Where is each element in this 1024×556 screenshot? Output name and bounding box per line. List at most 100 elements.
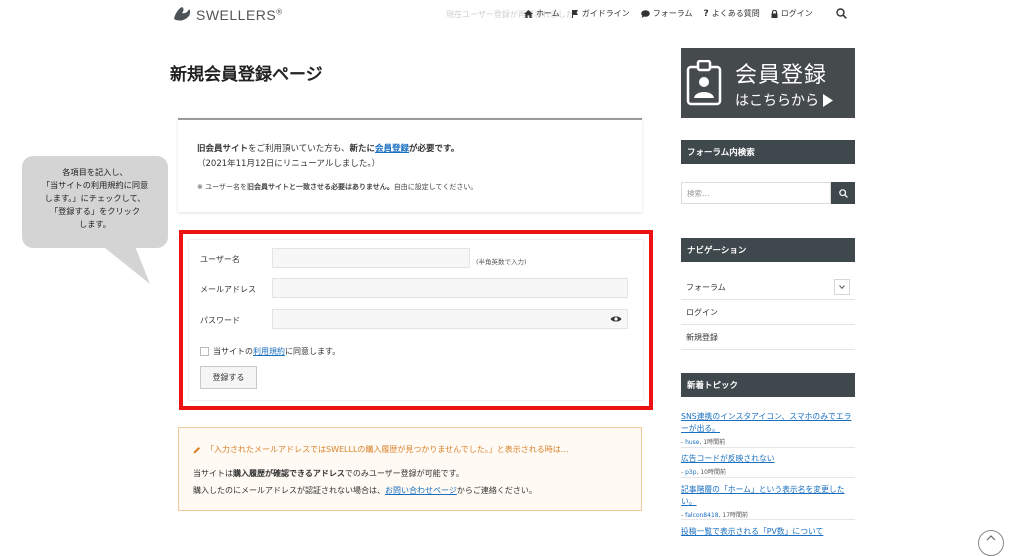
agree-text-suffix: に同意します。 <box>285 347 341 356</box>
info-line-2: （2021年11月12日にリニューアルしました。） <box>197 159 381 169</box>
logo-text: SWELLERS <box>196 7 277 23</box>
topic-title-link[interactable]: 記事階層の「ホーム」という表示名を変更したい。 <box>681 484 855 508</box>
topic-item: 広告コードが反映されない - p3p, 10時間前 <box>681 453 855 478</box>
registration-form-highlight: ユーザー名 (半角英数で入力) メールアドレス パスワード 当サイトの 利用規約に… <box>179 230 653 410</box>
chevron-up-icon <box>986 535 996 541</box>
submenu-toggle[interactable] <box>834 279 850 295</box>
forum-search-heading: フォーラム内検索 <box>681 140 855 164</box>
notice-line1-prefix: 当サイトは <box>193 469 233 478</box>
lock-icon <box>771 9 778 18</box>
topic-time: 10時間前 <box>700 469 726 476</box>
chevron-down-icon <box>839 285 845 289</box>
banner-subtitle: はこちらから <box>735 93 819 109</box>
topic-time: 1時間前 <box>703 439 726 446</box>
password-input[interactable] <box>272 309 628 329</box>
info-note-bold: 旧会員サイトと一致させる必要はありません。 <box>246 183 394 191</box>
forum-search-input[interactable]: 検索… <box>681 182 831 204</box>
forum-search-button[interactable] <box>831 182 855 204</box>
new-topics-heading: 新着トピック <box>681 373 855 397</box>
username-hint: (半角英数で入力) <box>476 258 527 266</box>
navigation-heading: ナビゲーション <box>681 238 855 262</box>
password-label: パスワード <box>200 316 240 325</box>
agree-text-prefix: 当サイトの <box>213 347 253 356</box>
home-icon <box>524 9 533 18</box>
sidebar-item-login[interactable]: ログイン <box>681 300 855 325</box>
topic-meta: - huse, 1時間前 <box>681 439 726 446</box>
register-link[interactable]: 会員登録 <box>375 144 409 154</box>
notice-title-row: 「入力されたメールアドレスではSWELLLの購入履歴が見つかりませんでした。」と… <box>193 444 569 455</box>
sidebar-item-forum[interactable]: フォーラム <box>681 275 855 300</box>
nav-label-guideline: ガイドライン <box>581 9 630 18</box>
nav-item-guideline[interactable]: ガイドライン <box>571 8 630 19</box>
callout-tail <box>100 244 150 284</box>
notice-line-1: 当サイトは購入履歴が確認できるアドレスでのみユーザー登録が可能です。 <box>193 468 464 479</box>
notice-line-2: 購入したのにメールアドレスが認証されない場合は、お問い合わせページからご連絡くだ… <box>193 485 537 496</box>
flag-icon <box>571 9 578 18</box>
email-label: メールアドレス <box>200 285 256 294</box>
topic-author[interactable]: huse <box>685 439 699 446</box>
callout-line: 「当サイトの利用規約に同意 <box>41 180 149 190</box>
callout-line: します。」にチェックして、 <box>44 193 146 203</box>
scroll-to-top-button[interactable] <box>978 530 1004 556</box>
search-icon[interactable] <box>836 8 847 19</box>
notice-line1-suffix: でのみユーザー登録が可能です。 <box>344 469 464 478</box>
terms-link[interactable]: 利用規約 <box>253 346 285 357</box>
required-label: が必要です。 <box>409 144 460 154</box>
question-icon: ? <box>703 8 709 19</box>
topic-title-link[interactable]: 広告コードが反映されない <box>681 453 855 465</box>
topic-item: 投稿一覧で表示される「PV数」について <box>681 526 855 538</box>
eye-icon[interactable] <box>610 315 622 323</box>
nav-item-faq[interactable]: ? よくある質問 <box>704 8 760 19</box>
topic-item: 記事階層の「ホーム」という表示名を変更したい。 - falcon8418, 17… <box>681 484 855 520</box>
play-arrow-icon <box>823 93 833 107</box>
callout-line: 各項目を記入し、 <box>62 167 128 177</box>
callout-line: 「登録する」をクリック <box>49 206 141 216</box>
topic-meta: - falcon8418, 17時間前 <box>681 512 749 519</box>
nav-label-faq: よくある質問 <box>711 9 760 18</box>
topic-meta: - p3p, 10時間前 <box>681 469 726 476</box>
old-site-label: 旧会員サイト <box>197 144 249 154</box>
topic-title-link[interactable]: 投稿一覧で表示される「PV数」について <box>681 526 855 538</box>
notice-box: 「入力されたメールアドレスではSWELLLの購入履歴が見つかりませんでした。」と… <box>178 427 642 511</box>
username-input[interactable] <box>272 248 470 268</box>
email-input[interactable] <box>272 278 628 298</box>
page-title: 新規会員登録ページ <box>170 65 323 85</box>
nav-item-home[interactable]: ホーム <box>524 8 560 19</box>
logo-registered-mark: ® <box>276 7 283 17</box>
topic-author[interactable]: falcon8418 <box>685 512 719 519</box>
sidebar-item-register[interactable]: 新規登録 <box>681 325 855 350</box>
register-button[interactable]: 登録する <box>200 366 257 389</box>
contact-link[interactable]: お問い合わせページ <box>385 486 457 495</box>
banner-title: 会員登録 <box>735 63 828 88</box>
banner-subtitle-row: はこちらから <box>735 90 833 110</box>
notice-line2-prefix: 購入したのにメールアドレスが認証されない場合は、 <box>193 486 385 495</box>
topic-author[interactable]: p3p <box>685 469 696 476</box>
instruction-callout: 各項目を記入し、 「当サイトの利用規約に同意 します。」にチェックして、 「登録… <box>22 156 168 248</box>
nav-label-login: ログイン <box>780 9 813 18</box>
topic-title-link[interactable]: SNS連携のインスタアイコン、スマホのみでエラーが出る。 <box>681 411 855 435</box>
notice-title: 「入力されたメールアドレスではSWELLLの購入履歴が見つかりませんでした。」と… <box>206 445 569 454</box>
new-label: 新たに <box>349 144 376 154</box>
search-icon <box>838 188 848 198</box>
nav-item-login[interactable]: ログイン <box>771 8 813 19</box>
callout-line: します。 <box>79 219 111 229</box>
topic-time: 17時間前 <box>722 512 749 519</box>
nav-item-forum[interactable]: フォーラム <box>640 8 693 19</box>
info-note-prefix: ※ ユーザー名を <box>197 183 247 191</box>
notice-line1-bold: 購入履歴が確認できるアドレス <box>233 469 345 478</box>
agree-row: 当サイトの 利用規約 に同意します。 <box>200 346 340 357</box>
pencil-icon <box>193 446 200 453</box>
info-note-suffix: 自由に設定してください。 <box>393 183 478 191</box>
notice-line2-suffix: からご連絡ください。 <box>456 486 537 495</box>
username-label: ユーザー名 <box>200 255 240 264</box>
site-logo[interactable]: SWELLERS® <box>172 6 283 24</box>
main-nav: ホーム ガイドライン フォーラム ? よくある質問 ログイン <box>524 8 824 19</box>
site-header: SWELLERS® 現在ユーザー登録が再開されました ホーム ガイドライン フォ… <box>0 0 1024 32</box>
info-line-1: 旧会員サイトをご利用頂いていた方も、新たに会員登録が必要です。 <box>197 142 459 154</box>
registration-form: ユーザー名 (半角英数で入力) メールアドレス パスワード 当サイトの 利用規約に… <box>189 240 643 400</box>
nav-label-home: ホーム <box>536 9 560 18</box>
agree-checkbox[interactable] <box>200 347 209 356</box>
info-box: 旧会員サイトをご利用頂いていた方も、新たに会員登録が必要です。 （2021年11… <box>178 118 642 212</box>
id-card-icon <box>686 60 722 106</box>
member-register-banner[interactable]: 会員登録 はこちらから <box>681 48 855 118</box>
